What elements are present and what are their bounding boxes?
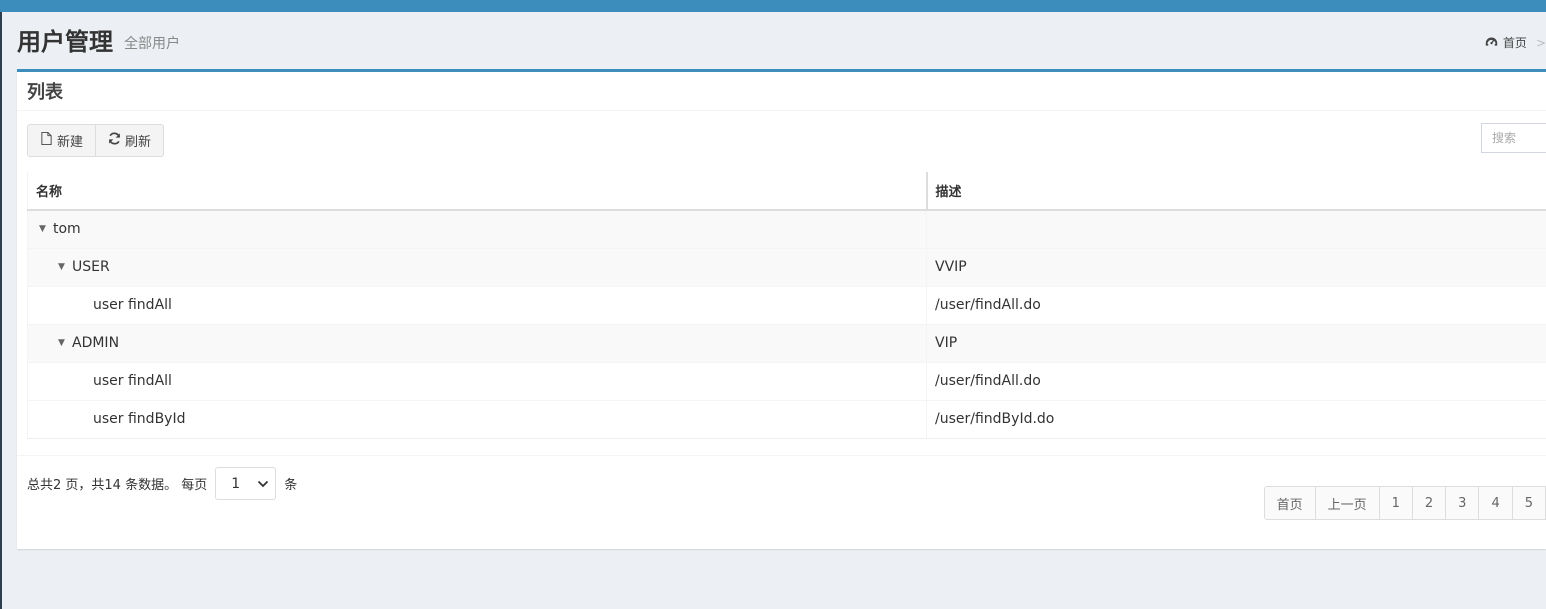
box-title: 列表 bbox=[27, 82, 63, 103]
tree-leaf-cell: user findById bbox=[27, 399, 927, 439]
page-subtitle: 全部用户 bbox=[124, 36, 180, 52]
node-description: VVIP bbox=[926, 247, 1546, 287]
page-number-3[interactable]: 3 bbox=[1445, 486, 1480, 520]
search-input[interactable] bbox=[1481, 123, 1546, 153]
node-description: /user/findById.do bbox=[926, 399, 1546, 439]
table-row[interactable]: user findAll /user/findAll.do bbox=[27, 285, 1546, 325]
column-header-description[interactable]: 描述 bbox=[926, 172, 1546, 211]
breadcrumb-home-link[interactable]: 首页 bbox=[1503, 34, 1527, 51]
table-row[interactable]: user findAll /user/findAll.do bbox=[27, 361, 1546, 401]
breadcrumb: 首页 > bbox=[1485, 34, 1546, 51]
caret-down-icon[interactable]: ▼ bbox=[58, 338, 72, 348]
table-row[interactable]: ▼ USER VVIP bbox=[27, 247, 1546, 287]
table-row[interactable]: ▼ tom bbox=[27, 209, 1546, 249]
page-number-4[interactable]: 4 bbox=[1478, 486, 1513, 520]
top-navbar bbox=[0, 0, 1546, 12]
tree-node-cell: ▼ tom bbox=[27, 209, 927, 249]
tree-leaf-cell: user findAll bbox=[27, 285, 927, 325]
pager-info: 总共2 页，共14 条数据。 每页 1 条 bbox=[27, 467, 297, 500]
node-description bbox=[926, 209, 1546, 249]
page-size-value: 1 bbox=[231, 475, 241, 492]
node-description: /user/findAll.do bbox=[926, 285, 1546, 325]
caret-down-icon[interactable]: ▼ bbox=[39, 224, 53, 234]
node-name: ADMIN bbox=[72, 335, 120, 351]
node-description: /user/findAll.do bbox=[926, 361, 1546, 401]
node-name: tom bbox=[53, 221, 81, 238]
chevron-down-icon bbox=[257, 476, 269, 492]
toolbar: 新建 刷新 bbox=[27, 124, 165, 157]
table-header-row: 名称 描述 bbox=[27, 172, 1546, 211]
content-header: 用户管理 全部用户 首页 > bbox=[17, 26, 1546, 60]
refresh-button-label: 刷新 bbox=[125, 135, 152, 150]
page-size-unit: 条 bbox=[284, 478, 298, 493]
page-size-select[interactable]: 1 bbox=[215, 467, 277, 500]
dashboard-icon bbox=[1485, 36, 1498, 50]
pagination: 首页 上一页 1 2 3 4 5 bbox=[1263, 486, 1546, 520]
table-row[interactable]: ▼ ADMIN VIP bbox=[27, 323, 1546, 363]
new-button[interactable]: 新建 bbox=[27, 124, 97, 157]
file-icon bbox=[40, 132, 53, 149]
node-name: user findAll bbox=[93, 297, 172, 313]
refresh-icon bbox=[108, 132, 121, 149]
page-number-5[interactable]: 5 bbox=[1511, 486, 1546, 520]
caret-down-icon[interactable]: ▼ bbox=[58, 262, 72, 272]
node-name: user findById bbox=[93, 411, 186, 427]
tree-leaf-cell: user findAll bbox=[27, 361, 927, 401]
pager-summary: 总共2 页，共14 条数据。 每页 bbox=[27, 478, 208, 493]
node-description: VIP bbox=[926, 323, 1546, 363]
column-header-name[interactable]: 名称 bbox=[27, 172, 928, 211]
page-number-2[interactable]: 2 bbox=[1411, 486, 1447, 520]
tree-node-cell: ▼ ADMIN bbox=[27, 323, 927, 363]
new-button-label: 新建 bbox=[57, 135, 84, 150]
sidebar-edge bbox=[0, 12, 2, 609]
table-row[interactable]: user findById /user/findById.do bbox=[27, 399, 1546, 439]
page-first-button[interactable]: 首页 bbox=[1263, 486, 1316, 520]
refresh-button[interactable]: 刷新 bbox=[96, 124, 165, 157]
list-box: 列表 新建 刷新 名称 描述 ▼tom bbox=[17, 69, 1546, 549]
tree-node-cell: ▼ USER bbox=[27, 247, 927, 287]
tree-table: 名称 描述 ▼ tom ▼ USER VVIP user findAll /us… bbox=[27, 172, 1546, 439]
box-header: 列表 bbox=[17, 72, 1546, 111]
page-number-1[interactable]: 1 bbox=[1378, 486, 1413, 520]
footer-divider bbox=[17, 455, 1546, 456]
breadcrumb-separator: > bbox=[1535, 35, 1546, 50]
node-name: user findAll bbox=[93, 373, 172, 389]
page-prev-button[interactable]: 上一页 bbox=[1314, 486, 1380, 520]
page-title: 用户管理 bbox=[17, 28, 113, 56]
node-name: USER bbox=[72, 259, 110, 275]
